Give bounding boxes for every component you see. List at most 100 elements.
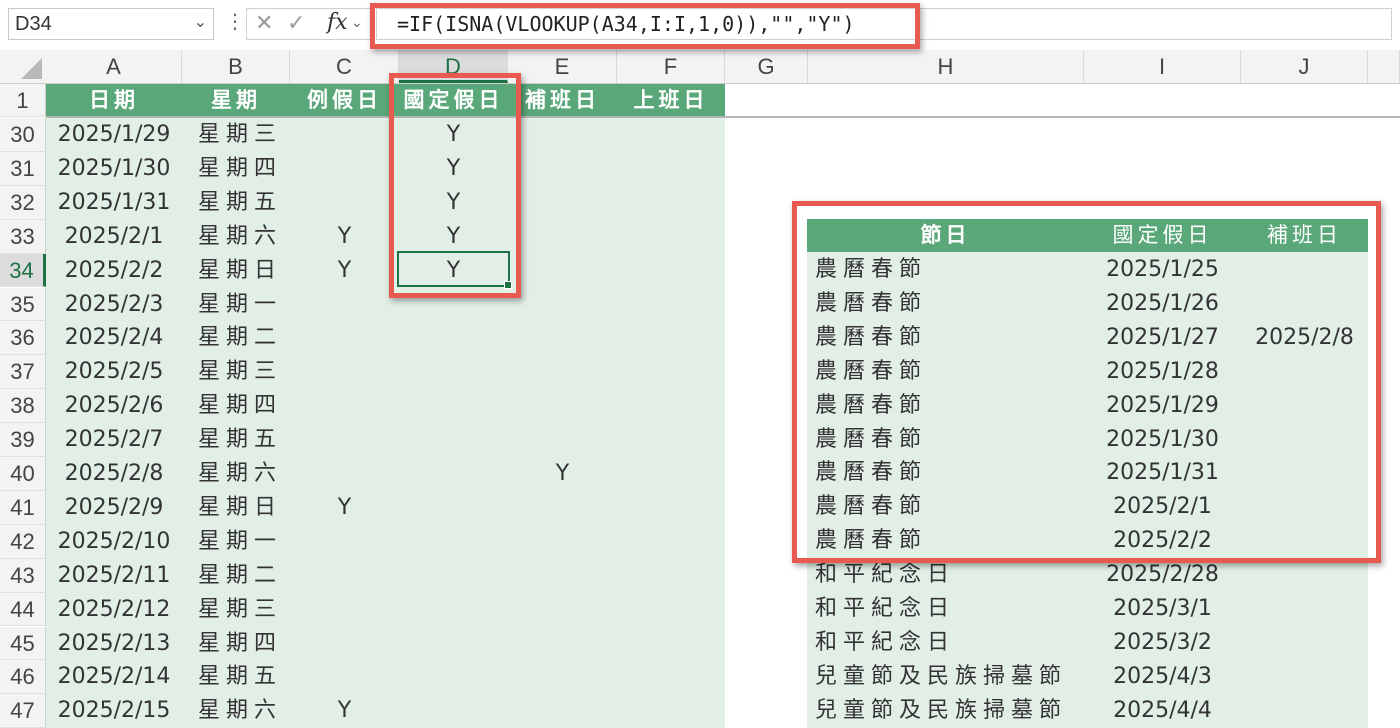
weekend-cell[interactable]	[290, 593, 399, 627]
weekend-cell[interactable]	[290, 321, 399, 355]
date-cell[interactable]: 2025/2/10	[46, 525, 182, 559]
weekend-cell[interactable]	[290, 660, 399, 694]
header-weekend[interactable]: 例假日	[290, 84, 399, 117]
column-header-h[interactable]: H	[808, 50, 1084, 83]
chevron-down-icon[interactable]: ⌄	[351, 15, 363, 31]
weekend-cell[interactable]: Y	[290, 220, 399, 254]
row-header[interactable]: 45	[0, 626, 46, 661]
makeup-flag-cell[interactable]	[508, 118, 617, 152]
header-date[interactable]: 日期	[46, 84, 182, 117]
date-cell[interactable]: 2025/1/29	[46, 118, 182, 152]
weekend-cell[interactable]	[290, 152, 399, 186]
name-box[interactable]: D34 ⌄	[8, 8, 214, 40]
holiday-makeup-cell[interactable]	[1241, 558, 1368, 592]
holiday-date-cell[interactable]: 2025/3/1	[1084, 592, 1241, 626]
cancel-icon[interactable]: ✕	[255, 11, 273, 36]
holiday-name-cell[interactable]: 和平紀念日	[815, 592, 1085, 626]
weekend-cell[interactable]	[290, 118, 399, 152]
column-header-c[interactable]: C	[290, 50, 399, 83]
column-header-i[interactable]: I	[1084, 50, 1241, 83]
weekend-cell[interactable]	[290, 423, 399, 457]
date-cell[interactable]: 2025/2/13	[46, 627, 182, 661]
holiday-name-cell[interactable]: 和平紀念日	[815, 626, 1085, 660]
date-cell[interactable]: 2025/1/30	[46, 152, 182, 186]
column-header-g[interactable]: G	[725, 50, 808, 83]
date-cell[interactable]: 2025/2/7	[46, 423, 182, 457]
makeup-flag-cell[interactable]	[508, 220, 617, 254]
row-header[interactable]: 44	[0, 592, 46, 627]
makeup-flag-cell[interactable]	[508, 254, 617, 288]
makeup-flag-cell[interactable]	[508, 288, 617, 322]
header-makeup[interactable]: 補班日	[508, 84, 617, 117]
column-header-f[interactable]: F	[617, 50, 725, 83]
holiday-date-cell[interactable]: 2025/4/4	[1084, 694, 1241, 728]
holiday-name-cell[interactable]: 兒童節及民族掃墓節	[815, 660, 1085, 694]
holiday-flag-cell[interactable]	[399, 525, 508, 559]
column-header-b[interactable]: B	[182, 50, 290, 83]
row-header[interactable]: 32	[0, 185, 46, 220]
insert-function-button[interactable]: fx	[327, 10, 348, 35]
row-header[interactable]: 38	[0, 389, 46, 424]
weekend-cell[interactable]	[290, 186, 399, 220]
weekend-cell[interactable]	[290, 288, 399, 322]
holiday-flag-cell[interactable]	[399, 559, 508, 593]
row-header[interactable]: 33	[0, 219, 46, 254]
weekend-cell[interactable]: Y	[290, 491, 399, 525]
holiday-flag-cell[interactable]	[399, 389, 508, 423]
date-cell[interactable]: 2025/2/3	[46, 288, 182, 322]
row-header[interactable]: 36	[0, 321, 46, 356]
column-header-e[interactable]: E	[508, 50, 617, 83]
row-header[interactable]: 46	[0, 660, 46, 695]
row-header[interactable]: 31	[0, 151, 46, 186]
makeup-flag-cell[interactable]	[508, 525, 617, 559]
holiday-date-cell[interactable]: 2025/3/2	[1084, 626, 1241, 660]
weekend-cell[interactable]: Y	[290, 694, 399, 728]
holiday-flag-cell[interactable]	[399, 491, 508, 525]
weekend-cell[interactable]	[290, 559, 399, 593]
date-cell[interactable]: 2025/2/8	[46, 457, 182, 491]
column-header-j[interactable]: J	[1241, 50, 1368, 83]
weekend-cell[interactable]	[290, 355, 399, 389]
holiday-flag-cell[interactable]	[399, 593, 508, 627]
holiday-flag-cell[interactable]	[399, 355, 508, 389]
makeup-flag-cell[interactable]	[508, 389, 617, 423]
column-header-k[interactable]	[1368, 50, 1400, 83]
row-header[interactable]: 37	[0, 355, 46, 390]
weekend-cell[interactable]	[290, 389, 399, 423]
makeup-flag-cell[interactable]	[508, 321, 617, 355]
weekend-cell[interactable]	[290, 627, 399, 661]
more-options-icon[interactable]: ⋮	[225, 9, 245, 33]
holiday-flag-cell[interactable]	[399, 660, 508, 694]
date-cell[interactable]: 2025/2/6	[46, 389, 182, 423]
holiday-makeup-cell[interactable]	[1241, 660, 1368, 694]
date-cell[interactable]: 2025/1/31	[46, 186, 182, 220]
date-cell[interactable]: 2025/2/2	[46, 254, 182, 288]
row-header[interactable]: 41	[0, 490, 46, 525]
date-cell[interactable]: 2025/2/1	[46, 220, 182, 254]
holiday-flag-cell[interactable]	[399, 694, 508, 728]
weekend-cell[interactable]	[290, 525, 399, 559]
date-cell[interactable]: 2025/2/14	[46, 660, 182, 694]
makeup-flag-cell[interactable]	[508, 355, 617, 389]
weekend-cell[interactable]	[290, 457, 399, 491]
row-header-1[interactable]: 1	[0, 84, 46, 117]
row-header[interactable]: 39	[0, 423, 46, 457]
holiday-makeup-cell[interactable]	[1241, 592, 1368, 626]
holiday-makeup-cell[interactable]	[1241, 694, 1368, 728]
row-header[interactable]: 40	[0, 457, 46, 491]
makeup-flag-cell[interactable]: Y	[508, 457, 617, 491]
holiday-name-cell[interactable]: 和平紀念日	[815, 558, 1085, 592]
holiday-date-cell[interactable]: 2025/2/28	[1084, 558, 1241, 592]
holiday-flag-cell[interactable]	[399, 627, 508, 661]
holiday-flag-cell[interactable]	[399, 457, 508, 491]
holiday-name-cell[interactable]: 兒童節及民族掃墓節	[815, 694, 1085, 728]
holiday-flag-cell[interactable]	[399, 423, 508, 457]
makeup-flag-cell[interactable]	[508, 491, 617, 525]
header-workday[interactable]: 上班日	[617, 84, 725, 117]
holiday-makeup-cell[interactable]	[1241, 626, 1368, 660]
row-header[interactable]: 34	[0, 253, 46, 288]
makeup-flag-cell[interactable]	[508, 423, 617, 457]
date-cell[interactable]: 2025/2/4	[46, 321, 182, 355]
date-cell[interactable]: 2025/2/15	[46, 694, 182, 728]
makeup-flag-cell[interactable]	[508, 559, 617, 593]
